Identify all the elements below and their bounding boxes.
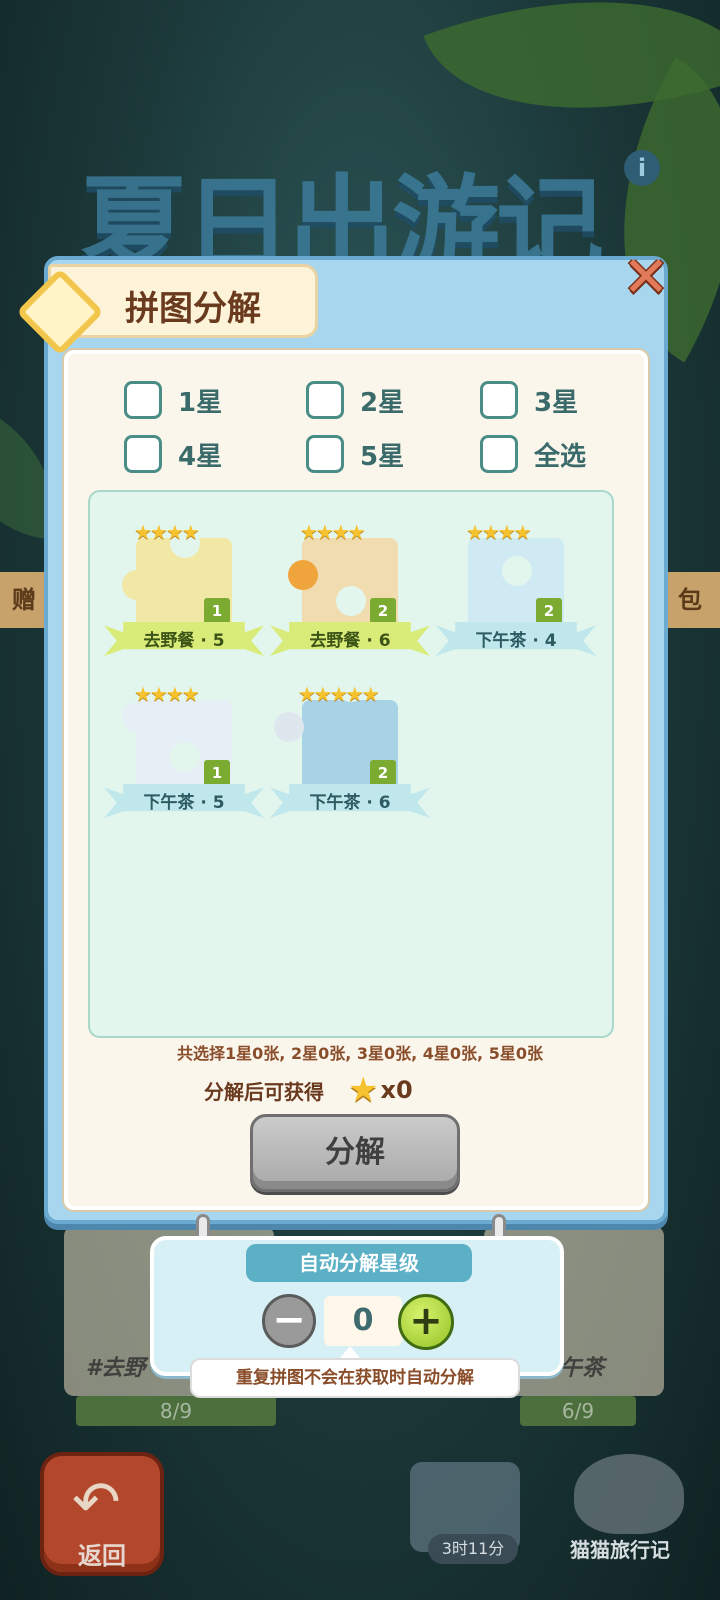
puzzle-piece-card[interactable]: ★★★★ 2 去野餐 · 6 (270, 500, 430, 656)
filter-label: 4星 (178, 441, 223, 472)
puzzle-piece-card[interactable]: ★★★★ 1 下午茶 · 5 (104, 662, 264, 818)
cat-travel-icon[interactable] (574, 1454, 684, 1534)
reward-row: 分解后可获得 ★ x0 (204, 1070, 413, 1110)
checkbox-icon[interactable] (306, 435, 344, 473)
puzzle-piece-card[interactable]: ★★★★ 2 下午茶 · 4 (436, 500, 596, 656)
filter-2-star[interactable]: 2星 (306, 380, 404, 420)
checkbox-icon[interactable] (124, 435, 162, 473)
piece-label: 下午茶 · 5 (143, 793, 225, 813)
piece-count-badge: 2 (536, 598, 562, 624)
filter-label: 2星 (360, 387, 405, 418)
star-rating-icon: ★★★★★ (298, 682, 380, 706)
info-icon[interactable]: i (624, 150, 660, 186)
reward-value: x0 (380, 1076, 413, 1104)
filter-label: 5星 (360, 441, 405, 472)
checkbox-icon[interactable] (306, 381, 344, 419)
filter-3-star[interactable]: 3星 (480, 380, 578, 420)
piece-label: 下午茶 · 4 (475, 631, 557, 651)
puzzle-knob (502, 556, 532, 586)
puzzle-piece-card[interactable]: ★★★★★ 2 下午茶 · 6 (270, 662, 430, 818)
increment-button[interactable]: + (398, 1294, 454, 1350)
decrement-button[interactable]: − (262, 1294, 316, 1348)
puzzle-piece-card[interactable]: ★★★★ 1 去野餐 · 5 (104, 500, 264, 656)
piece-count-badge: 1 (204, 598, 230, 624)
filter-1-star[interactable]: 1星 (124, 380, 222, 420)
star-rating-icon: ★★★★ (300, 520, 366, 544)
auto-decompose-title: 自动分解星级 (246, 1244, 472, 1282)
auto-decompose-tooltip: 重复拼图不会在获取时自动分解 (190, 1358, 520, 1398)
dialog-title-tab: 拼图分解 (16, 264, 318, 356)
background-card-label-left: #去野 (86, 1356, 146, 1381)
event-timer-label: 3时11分 (428, 1534, 518, 1564)
side-banner-right: 包 (660, 572, 720, 628)
filter-5-star[interactable]: 5星 (306, 434, 404, 474)
progress-left: 8/9 (76, 1396, 276, 1426)
filter-label: 3星 (534, 387, 579, 418)
piece-label: 去野餐 · 6 (309, 631, 391, 651)
selection-summary: 共选择1星0张, 2星0张, 3星0张, 4星0张, 5星0张 (177, 1044, 543, 1063)
star-rating-icon: ★★★★ (134, 520, 200, 544)
filter-label: 全选 (534, 441, 587, 472)
checkbox-icon[interactable] (480, 381, 518, 419)
filter-select-all[interactable]: 全选 (480, 434, 586, 474)
star-rating-icon: ★★★★ (134, 682, 200, 706)
piece-label: 下午茶 · 6 (309, 793, 391, 813)
back-label: 返回 (78, 1542, 126, 1570)
progress-right: 6/9 (520, 1396, 636, 1426)
piece-label: 去野餐 · 5 (143, 631, 225, 651)
tooltip-arrow (340, 1346, 360, 1358)
puzzle-knob (274, 712, 304, 742)
side-banner-left: 赠 (0, 572, 48, 628)
cat-travel-label: 猫猫旅行记 (570, 1538, 670, 1562)
reward-label: 分解后可获得 (204, 1079, 324, 1104)
piece-count-badge: 2 (370, 760, 396, 786)
close-button[interactable]: ✕ (618, 250, 674, 306)
star-level-value: 0 (324, 1296, 402, 1346)
puzzle-knob (122, 570, 152, 600)
checkbox-icon[interactable] (480, 435, 518, 473)
puzzle-knob (336, 586, 366, 616)
piece-count-badge: 2 (370, 598, 396, 624)
puzzle-knob (170, 742, 200, 772)
piece-count-badge: 1 (204, 760, 230, 786)
dialog-title: 拼图分解 (125, 289, 261, 329)
filter-label: 1星 (178, 387, 223, 418)
star-icon: ★ (348, 1070, 379, 1110)
puzzle-knob (122, 702, 152, 732)
decompose-button[interactable]: 分解 (250, 1114, 460, 1192)
star-rating-icon: ★★★★ (466, 520, 532, 544)
checkbox-icon[interactable] (124, 381, 162, 419)
back-button[interactable]: ↶ 返回 (40, 1452, 164, 1576)
puzzle-knob (288, 560, 318, 590)
background-card-label-right: 午茶 (560, 1356, 605, 1381)
back-arrow-icon: ↶ (72, 1468, 121, 1536)
filter-4-star[interactable]: 4星 (124, 434, 222, 474)
